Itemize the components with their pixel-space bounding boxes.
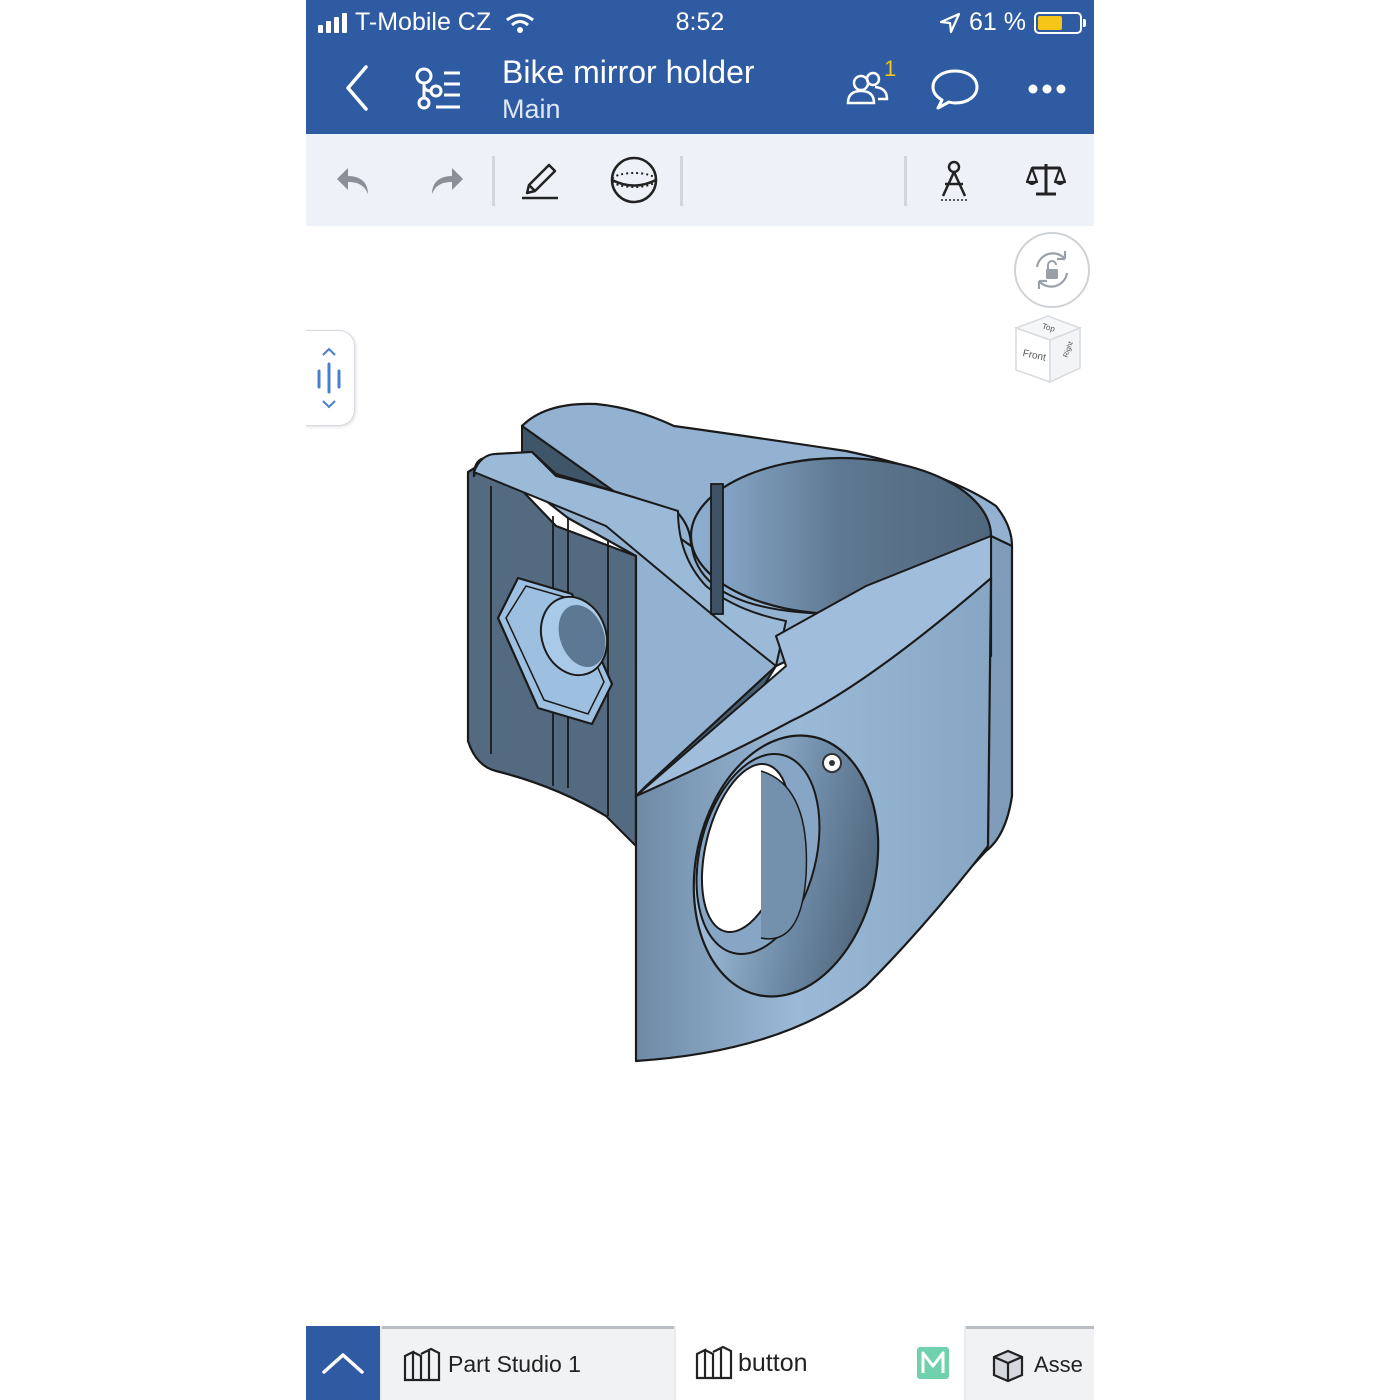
rotation-lock-button[interactable] [1014, 232, 1090, 308]
document-header: Bike mirror holder Main 1 [306, 44, 1094, 134]
measure-button[interactable] [926, 152, 982, 208]
branch-name[interactable]: Main [502, 94, 561, 125]
chevron-left-icon [346, 65, 368, 111]
expand-tabs-button[interactable] [306, 1326, 380, 1400]
chevron-down-icon [322, 400, 336, 409]
toolbar-divider [680, 156, 683, 206]
comment-icon [931, 69, 979, 110]
compass-icon [941, 160, 967, 201]
document-title: Bike mirror holder [502, 54, 755, 90]
slot-wall [710, 483, 724, 615]
view-cube[interactable]: Top Front Right [1012, 312, 1084, 384]
tab-label: Part Studio 1 [448, 1351, 581, 1377]
model-canvas[interactable] [306, 226, 1094, 1326]
toolbar [306, 134, 1094, 226]
sketch-button[interactable] [512, 152, 568, 208]
sphere-icon [610, 156, 658, 204]
selection-point-dot [829, 760, 835, 766]
part-studio-icon [403, 1347, 441, 1381]
undo-icon [337, 168, 368, 194]
tab-label: Asse [1034, 1351, 1083, 1377]
collaborators-badge: 1 [884, 56, 897, 81]
back-button[interactable] [334, 58, 380, 118]
scales-icon [1026, 164, 1066, 196]
modified-badge-icon [917, 1347, 949, 1379]
panel-grip-icon [317, 362, 341, 394]
rotate-lock-icon [1035, 251, 1069, 289]
comments-button[interactable] [928, 64, 982, 114]
tab-label: button [738, 1348, 808, 1377]
feature-tree-button[interactable] [410, 62, 466, 118]
part-studio-icon [695, 1345, 733, 1380]
assembly-icon [992, 1349, 1024, 1382]
feature-tree-icon [415, 67, 460, 110]
battery-percent: 61 % [969, 8, 1026, 36]
chevron-up-icon [322, 1353, 364, 1374]
chevron-up-icon [322, 347, 336, 356]
pencil-icon [522, 163, 558, 200]
view-mode-button[interactable] [606, 152, 662, 208]
more-button[interactable] [1020, 64, 1074, 114]
redo-button[interactable] [418, 152, 474, 208]
toolbar-divider [904, 156, 907, 206]
redo-icon [432, 168, 463, 194]
status-bar: T-Mobile CZ 8:52 61 % [306, 0, 1094, 44]
app-screen: T-Mobile CZ 8:52 61 % Bike mirror holder… [306, 0, 1094, 1400]
tab-bar: Part Studio 1 button Asse [306, 1326, 1094, 1400]
mass-properties-button[interactable] [1018, 152, 1074, 208]
battery-icon [1034, 11, 1086, 34]
tab-assembly[interactable]: Asse [966, 1326, 1094, 1400]
tab-part-studio-1[interactable]: Part Studio 1 [382, 1326, 674, 1400]
toolbar-divider [492, 156, 495, 206]
feature-panel-handle[interactable] [306, 330, 355, 426]
collaborators-button[interactable]: 1 [838, 56, 898, 114]
more-icon [1028, 84, 1066, 94]
location-icon [939, 12, 961, 33]
tab-button[interactable]: button [676, 1326, 964, 1400]
undo-button[interactable] [326, 152, 382, 208]
3d-viewport[interactable]: Top Front Right [306, 226, 1094, 1326]
